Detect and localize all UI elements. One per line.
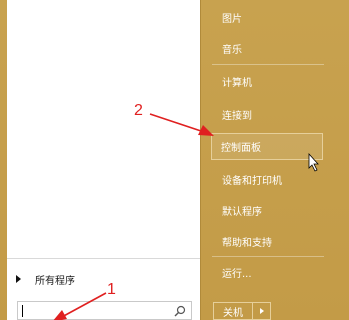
annotation-label-2: 2 (134, 102, 143, 119)
annotation-overlay (53, 113, 319, 320)
annotation-arrow-2 (149, 113, 205, 133)
annotation-label-1: 1 (107, 281, 116, 298)
annotation-arrowhead-2 (198, 125, 214, 136)
annotation-arrow-1 (59, 292, 107, 319)
mouse-cursor-icon (308, 152, 319, 172)
annotation-arrowhead-1 (53, 310, 67, 320)
